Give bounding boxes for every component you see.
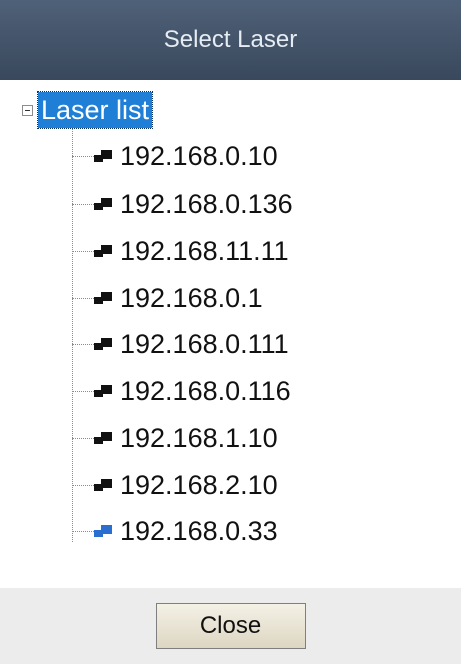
tree-item-7[interactable]: 192.168.2.10 bbox=[72, 467, 278, 503]
tree-branch-line bbox=[72, 250, 94, 252]
laser-device-icon bbox=[94, 337, 114, 351]
tree-item-5[interactable]: 192.168.0.116 bbox=[72, 373, 291, 409]
laser-device-icon bbox=[94, 384, 114, 398]
tree-branch-line bbox=[72, 203, 94, 205]
tree-item-1[interactable]: 192.168.0.136 bbox=[72, 186, 293, 222]
tree-branch-line bbox=[72, 530, 94, 532]
dialog-footer: Close bbox=[0, 588, 461, 664]
tree-item-2[interactable]: 192.168.11.11 bbox=[72, 233, 289, 269]
laser-tree[interactable]: Laser list 192.168.0.10 192.168.0.136 19… bbox=[0, 80, 461, 588]
tree-item-6[interactable]: 192.168.1.10 bbox=[72, 420, 278, 456]
laser-device-icon bbox=[94, 478, 114, 492]
tree-item-4[interactable]: 192.168.0.111 bbox=[72, 326, 289, 362]
tree-item-label: 192.168.0.33 bbox=[120, 516, 278, 546]
laser-device-icon bbox=[94, 197, 114, 211]
tree-branch-line bbox=[72, 343, 94, 345]
tree-branch-line bbox=[72, 155, 94, 157]
laser-device-active-icon bbox=[94, 524, 114, 538]
tree-item-8[interactable]: 192.168.0.33 bbox=[72, 513, 278, 549]
tree-root-label[interactable]: Laser list bbox=[36, 91, 154, 129]
tree-item-3[interactable]: 192.168.0.1 bbox=[72, 280, 263, 316]
laser-device-icon bbox=[94, 291, 114, 305]
tree-branch-line bbox=[72, 484, 94, 486]
laser-device-icon bbox=[94, 244, 114, 258]
laser-device-icon bbox=[94, 431, 114, 445]
tree-item-0[interactable]: 192.168.0.10 bbox=[72, 138, 278, 174]
tree-branch-line bbox=[72, 297, 94, 299]
collapse-icon[interactable] bbox=[22, 104, 33, 116]
close-button[interactable]: Close bbox=[155, 603, 306, 649]
tree-item-label: 192.168.1.10 bbox=[120, 423, 278, 453]
tree-item-label: 192.168.11.11 bbox=[120, 236, 289, 266]
laser-device-icon bbox=[94, 149, 114, 163]
tree-item-label: 192.168.0.136 bbox=[120, 189, 293, 219]
title-bar: Select Laser bbox=[0, 0, 461, 80]
window-title: Select Laser bbox=[163, 26, 298, 53]
tree-item-label: 192.168.0.116 bbox=[120, 376, 291, 406]
tree-root-row[interactable]: Laser list bbox=[22, 91, 154, 129]
tree-item-label: 192.168.2.10 bbox=[120, 470, 278, 500]
tree-branch-line bbox=[72, 390, 94, 392]
tree-item-label: 192.168.0.1 bbox=[120, 283, 263, 313]
tree-item-label: 192.168.0.10 bbox=[120, 141, 278, 171]
tree-item-label: 192.168.0.111 bbox=[120, 329, 289, 359]
tree-branch-line bbox=[72, 437, 94, 439]
